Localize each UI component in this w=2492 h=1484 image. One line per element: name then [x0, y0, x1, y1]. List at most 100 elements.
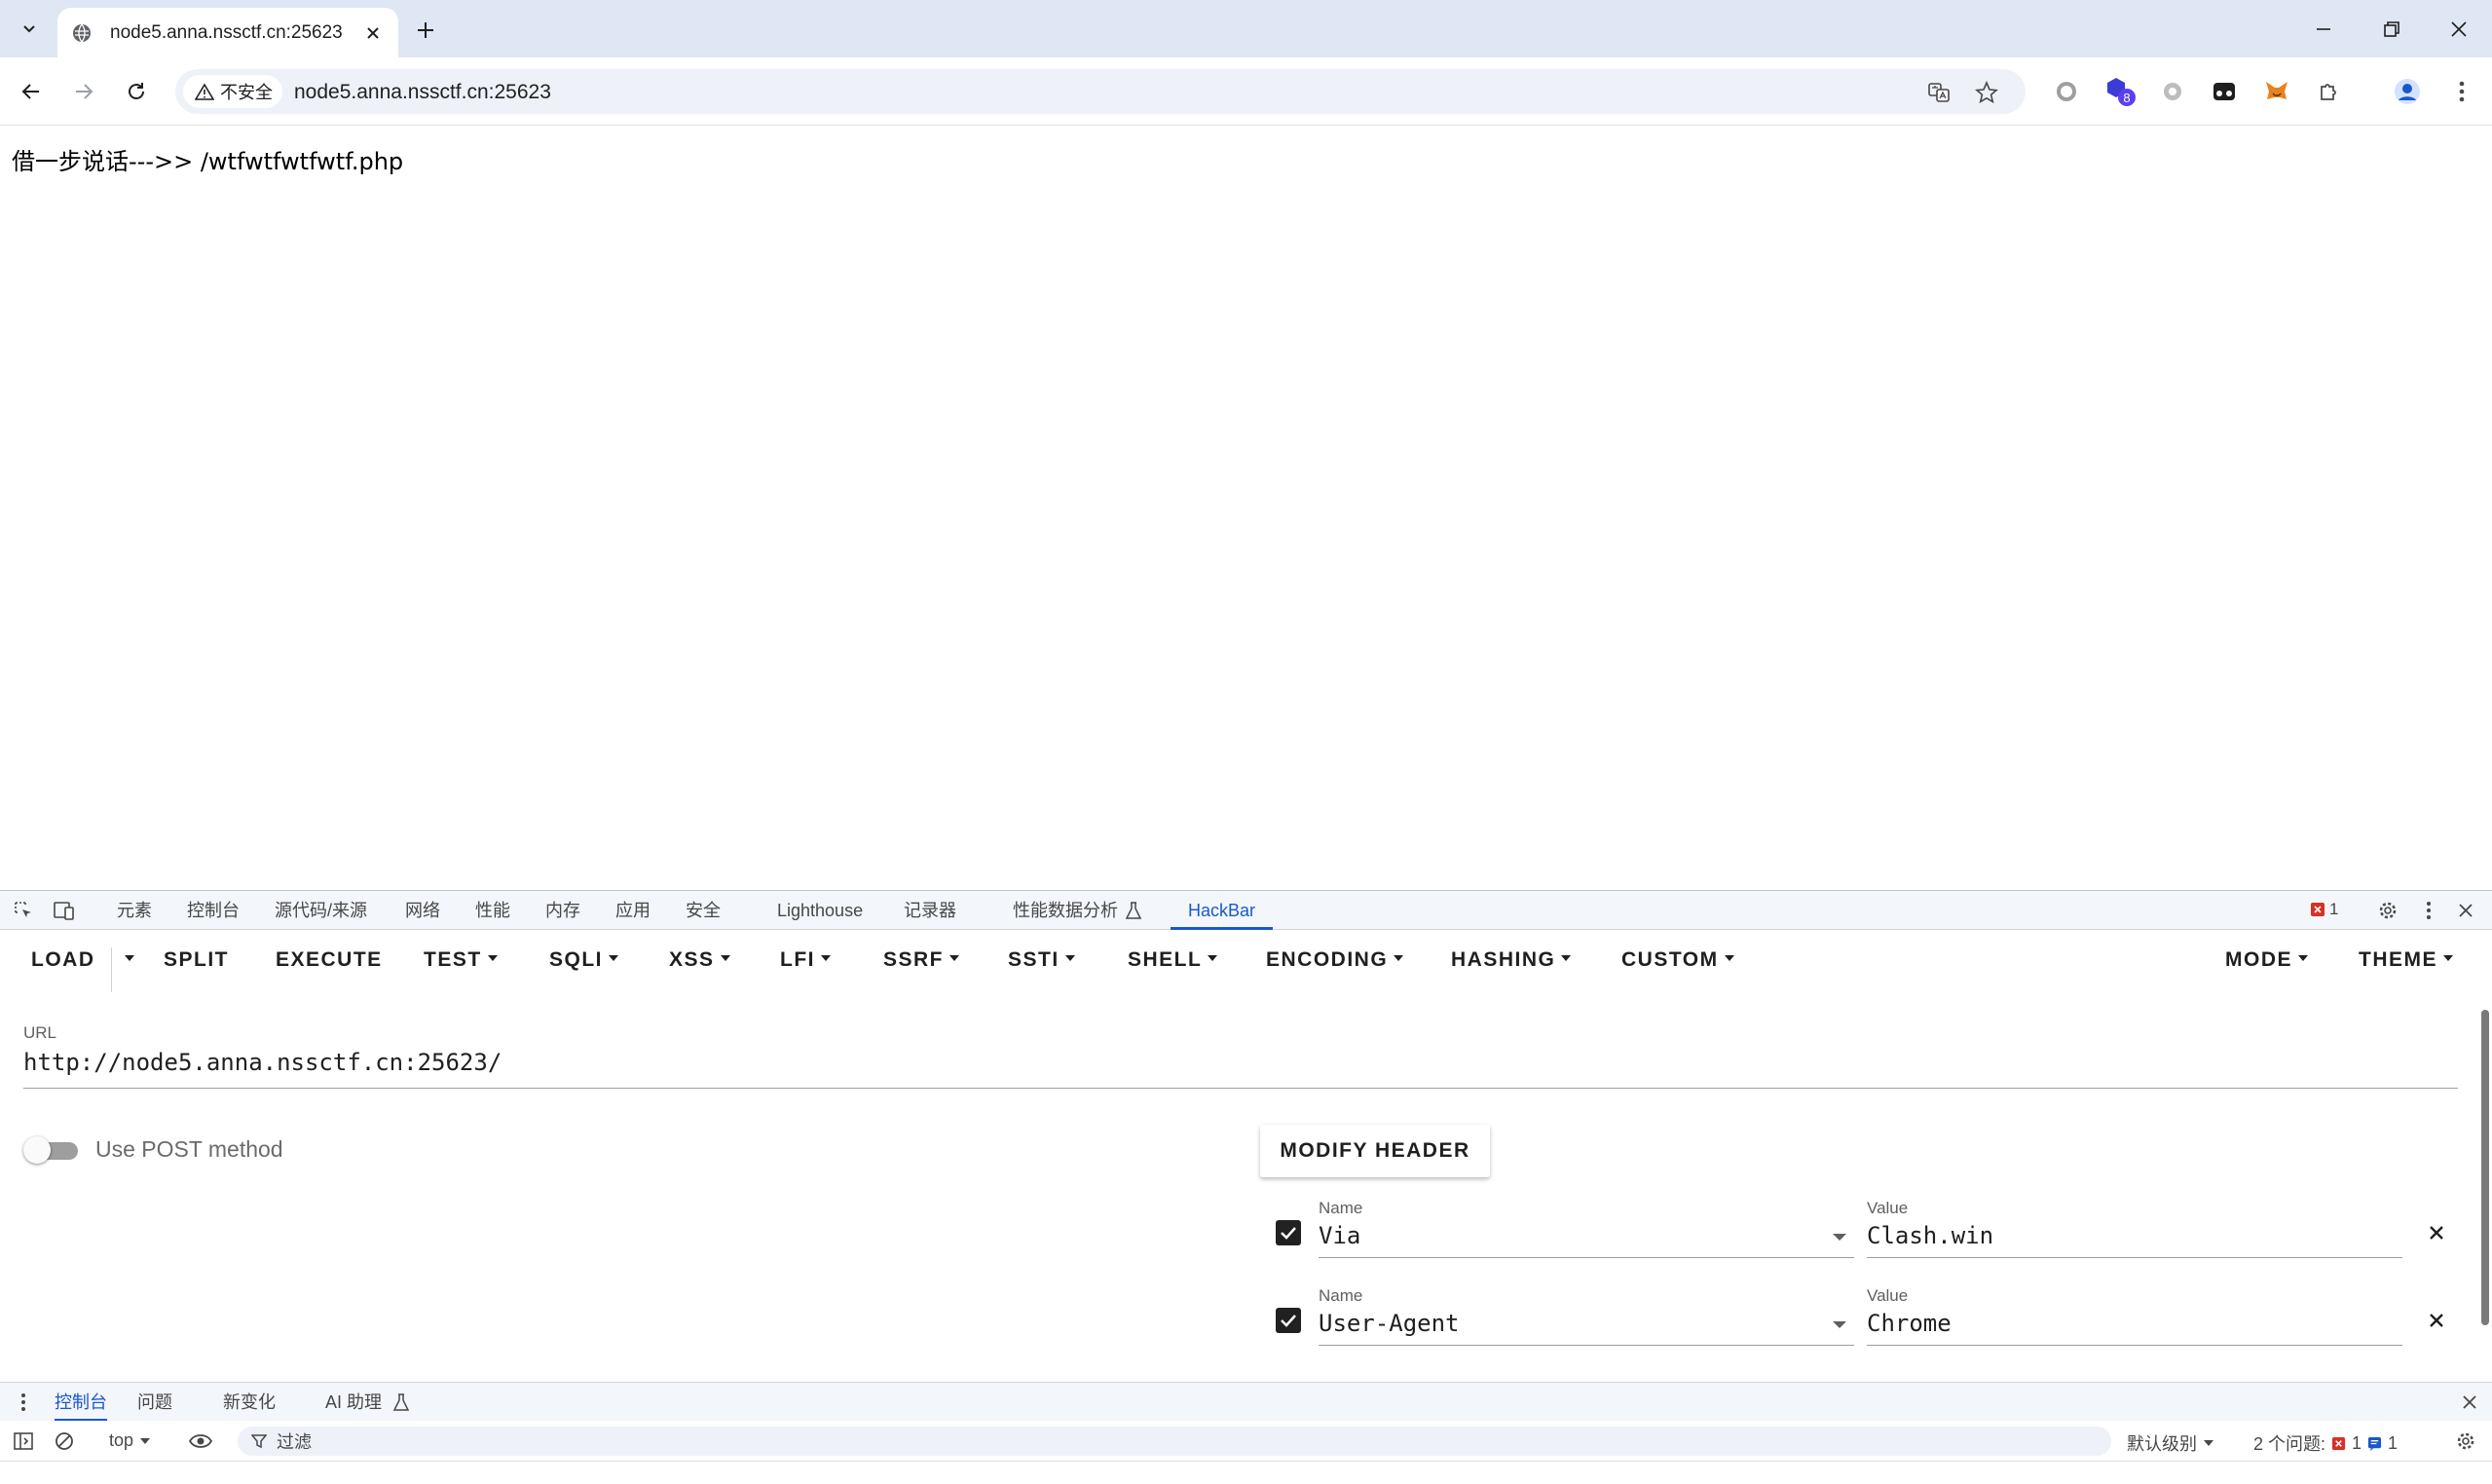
theme-menu[interactable]: THEME	[2359, 944, 2453, 977]
devtools-tab-application[interactable]: 应用	[615, 891, 651, 930]
devtools-tab-recorder[interactable]: 记录器	[904, 891, 956, 930]
modify-header-button[interactable]: MODIFY HEADER	[1260, 1125, 1490, 1177]
bookmark-star-icon[interactable]	[1972, 78, 2001, 107]
warning-icon	[195, 83, 214, 100]
hackbar-scrollbar[interactable]	[2481, 1010, 2489, 1325]
address-text[interactable]: node5.anna.nssctf.cn:25623	[294, 81, 551, 104]
back-button[interactable]	[14, 74, 49, 109]
dropdown-arrow-icon	[1833, 1321, 1846, 1328]
drawer-tab-whats-new[interactable]: 新变化	[223, 1383, 276, 1422]
devtools-more-icon[interactable]	[2415, 897, 2442, 924]
flask-icon	[1120, 897, 1147, 924]
arrow-right-icon	[76, 84, 93, 99]
drawer-tab-ai-assistant[interactable]: AI 助理	[325, 1383, 382, 1422]
devtools-tab-console[interactable]: 控制台	[187, 891, 240, 930]
forward-button[interactable]	[66, 74, 101, 109]
inspect-element-icon[interactable]	[10, 897, 37, 924]
omnibox[interactable]: 不安全 node5.anna.nssctf.cn:25623	[175, 69, 2026, 114]
profile-avatar-icon[interactable]	[2390, 74, 2425, 109]
devtools-tab-performance[interactable]: 性能	[475, 891, 510, 930]
close-window-button[interactable]	[2426, 0, 2492, 57]
devtools-tab-memory[interactable]: 内存	[545, 891, 580, 930]
restore-icon	[2384, 20, 2399, 37]
hashing-menu[interactable]: HASHING	[1451, 944, 1572, 977]
header-value-label: Value	[1867, 1199, 1909, 1217]
console-settings-icon[interactable]	[2452, 1428, 2479, 1455]
sqli-menu[interactable]: SQLI	[549, 944, 619, 977]
encoding-menu[interactable]: ENCODING	[1266, 944, 1404, 977]
extensions-puzzle-icon[interactable]	[2312, 74, 2347, 109]
restore-button[interactable]	[2359, 0, 2425, 57]
extension-hexagon-icon[interactable]: 8	[2103, 74, 2139, 109]
header-name-label: Name	[1319, 1199, 1363, 1217]
extension-gear-icon[interactable]	[2155, 74, 2190, 109]
device-toolbar-icon[interactable]	[51, 897, 78, 924]
log-level-selector[interactable]: 默认级别	[2127, 1430, 2214, 1456]
header-value-input[interactable]: Chrome	[1867, 1310, 2402, 1346]
extension-glasses-icon[interactable]	[2207, 74, 2242, 109]
devtools-tab-performance-insights[interactable]: 性能数据分析	[1013, 891, 1118, 930]
metamask-fox-icon[interactable]	[2259, 74, 2294, 109]
header-enabled-checkbox[interactable]	[1276, 1308, 1301, 1333]
execute-button[interactable]: EXECUTE	[276, 944, 383, 977]
shell-menu[interactable]: SHELL	[1128, 944, 1218, 977]
live-expression-eye-icon[interactable]	[187, 1428, 214, 1455]
browser-tab[interactable]: node5.anna.nssctf.cn:25623	[57, 8, 398, 57]
devtools-tab-lighthouse[interactable]: Lighthouse	[777, 891, 863, 930]
issues-counter[interactable]: 2 个问题: 1 1	[2253, 1430, 2398, 1456]
devtools-tab-elements[interactable]: 元素	[117, 891, 152, 930]
sidebar-toggle-icon[interactable]	[10, 1428, 37, 1455]
lfi-menu[interactable]: LFI	[780, 944, 831, 977]
header-value-input[interactable]: Clash.win	[1867, 1222, 2402, 1258]
devtools-settings-icon[interactable]	[2374, 897, 2401, 924]
split-button[interactable]: SPLIT	[164, 944, 229, 977]
load-dropdown-button[interactable]	[119, 944, 134, 977]
console-toolbar: top 过滤 默认级别 2 个问题: 1 1	[0, 1421, 2492, 1462]
minimize-button[interactable]	[2290, 0, 2357, 57]
xss-menu[interactable]: XSS	[669, 944, 730, 977]
chevron-down-icon	[2204, 1440, 2213, 1446]
devtools-tabbar: 元素 控制台 源代码/来源 网络 性能 内存 应用 安全 Lighthouse …	[0, 891, 2492, 930]
custom-menu[interactable]: CUSTOM	[1621, 944, 1734, 977]
header-name-input[interactable]: User-Agent	[1319, 1310, 1854, 1346]
filter-icon	[251, 1434, 267, 1449]
clear-console-icon[interactable]	[51, 1428, 78, 1455]
header-enabled-checkbox[interactable]	[1276, 1220, 1301, 1245]
ssrf-menu[interactable]: SSRF	[883, 944, 960, 977]
tab-search-button[interactable]	[12, 12, 47, 47]
extension-circle-icon[interactable]	[2049, 74, 2084, 109]
load-button[interactable]: LOAD	[31, 944, 95, 977]
devtools-close-icon[interactable]	[2452, 897, 2479, 924]
devtools-tab-security[interactable]: 安全	[686, 891, 721, 930]
drawer-menu-icon[interactable]	[10, 1389, 37, 1416]
devtools-tab-network[interactable]: 网络	[405, 891, 440, 930]
test-menu[interactable]: TEST	[424, 944, 498, 977]
post-method-toggle[interactable]	[23, 1136, 78, 1164]
ssti-menu[interactable]: SSTI	[1008, 944, 1075, 977]
reload-button[interactable]	[119, 74, 154, 109]
devtools-tab-hackbar[interactable]: HackBar	[1171, 891, 1274, 930]
translate-icon[interactable]	[1924, 78, 1953, 107]
remove-header-icon[interactable]	[2422, 1218, 2451, 1247]
url-input[interactable]: http://node5.anna.nssctf.cn:25623/	[23, 1049, 2458, 1089]
drawer-tab-issues[interactable]: 问题	[137, 1383, 172, 1422]
header-name-input[interactable]: Via	[1319, 1222, 1854, 1258]
security-chip[interactable]: 不安全	[183, 75, 282, 108]
mode-menu[interactable]: MODE	[2225, 944, 2308, 977]
security-label: 不安全	[220, 83, 273, 102]
context-selector[interactable]: top	[109, 1430, 151, 1451]
drawer-tabbar: 控制台 问题 新变化 AI 助理	[0, 1382, 2492, 1422]
console-filter-input[interactable]: 过滤	[238, 1427, 2111, 1456]
check-icon	[1281, 1227, 1296, 1240]
new-tab-button[interactable]	[409, 14, 442, 47]
drawer-close-icon[interactable]	[2456, 1389, 2483, 1416]
header-value-label: Value	[1867, 1286, 1909, 1305]
drawer-tab-console[interactable]: 控制台	[55, 1383, 107, 1422]
tab-close-icon[interactable]	[361, 21, 385, 45]
globe-icon	[73, 23, 91, 42]
devtools-tab-sources[interactable]: 源代码/来源	[275, 891, 367, 930]
remove-header-icon[interactable]	[2422, 1306, 2451, 1335]
header-row: Name Value User-Agent Chrome	[1266, 1286, 2464, 1354]
browser-menu-icon[interactable]	[2444, 74, 2479, 109]
error-counter[interactable]: 1	[2310, 900, 2338, 919]
